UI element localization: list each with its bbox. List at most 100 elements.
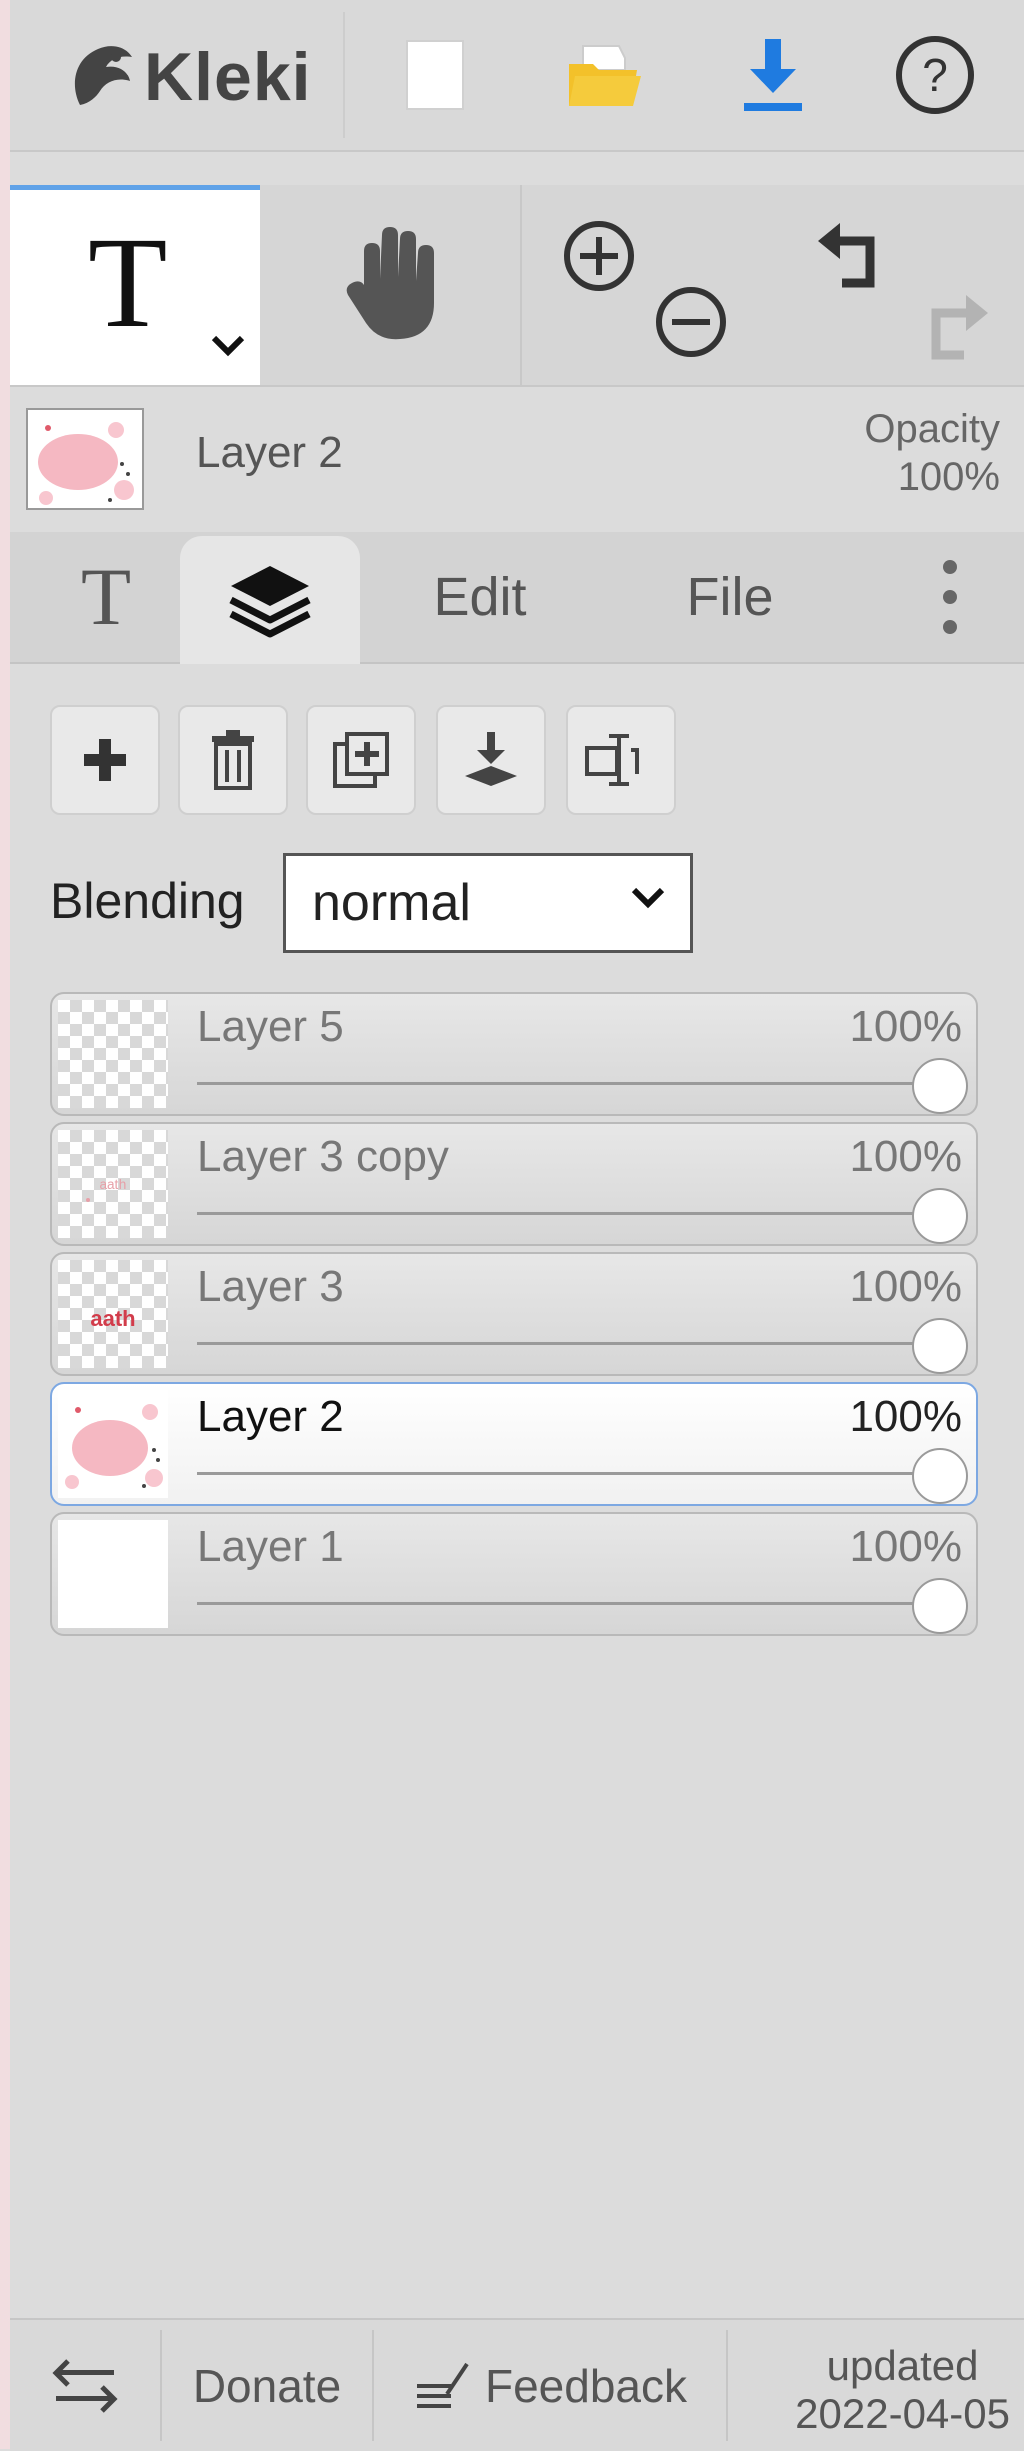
opacity-slider-handle[interactable]: [912, 1318, 968, 1374]
duplicate-icon: [333, 732, 389, 788]
opacity-slider[interactable]: [197, 1212, 936, 1215]
donate-link[interactable]: Donate: [162, 2320, 372, 2451]
new-image-icon: [406, 40, 464, 110]
trash-icon: [212, 730, 254, 790]
layer-row[interactable]: Layer 5 100%: [50, 992, 978, 1116]
merge-down-button[interactable]: [436, 705, 546, 815]
chevron-down-icon[interactable]: [208, 332, 248, 360]
layer-opacity: 100%: [849, 1392, 962, 1441]
hand-tool-button[interactable]: [260, 185, 520, 385]
tab-tool-glyph: T: [80, 551, 132, 642]
swap-side-button[interactable]: [10, 2320, 160, 2451]
side-panel: Kleki ? T Layer 2 Opacity 100% T Edit Fi…: [10, 0, 1024, 2451]
current-layer-opacity: Opacity 100%: [864, 405, 1000, 501]
layer-name: Layer 2: [197, 1392, 344, 1441]
layer-thumbnail: [58, 1520, 168, 1628]
opacity-slider[interactable]: [197, 1342, 936, 1345]
help-icon: ?: [896, 36, 974, 114]
logo-text: Kleki: [144, 39, 312, 115]
undo-icon[interactable]: [812, 219, 892, 299]
open-file-button[interactable]: [558, 30, 648, 120]
opacity-label: Opacity: [864, 407, 1000, 451]
kleki-logo[interactable]: Kleki: [60, 32, 312, 122]
footer: Donate Feedback updated 2022-04-05: [10, 2318, 1024, 2451]
opacity-slider[interactable]: [197, 1472, 936, 1475]
chevron-down-icon: [631, 887, 665, 909]
swap-arrows-icon: [52, 2358, 118, 2413]
new-image-button[interactable]: [390, 30, 480, 120]
feedback-label: Feedback: [484, 2359, 687, 2412]
opacity-slider-handle[interactable]: [912, 1188, 968, 1244]
opacity-slider[interactable]: [197, 1082, 936, 1085]
opacity-slider-handle[interactable]: [912, 1058, 968, 1114]
blending-value: normal: [312, 874, 471, 932]
layer-name: Layer 5: [197, 1002, 344, 1051]
zoom-controls: [520, 185, 774, 385]
blending-label: Blending: [50, 873, 245, 929]
layer-opacity: 100%: [849, 1002, 962, 1051]
layer-name: Layer 3: [197, 1262, 344, 1311]
layer-opacity: 100%: [849, 1132, 962, 1181]
layer-row[interactable]: Layer 1 100%: [50, 1512, 978, 1636]
text-tool-glyph: T: [88, 211, 168, 355]
divider: [726, 2330, 728, 2441]
tab-edit[interactable]: Edit: [390, 532, 570, 662]
layer-thumbnail: ᵃᵃᵗʰ: [58, 1130, 168, 1238]
panel-tabs: T Edit File: [10, 532, 1024, 664]
tab-more[interactable]: [890, 532, 1010, 662]
tab-file[interactable]: File: [640, 532, 820, 662]
plus-icon: [84, 739, 126, 781]
layer-thumbnail: [58, 1000, 168, 1108]
opacity-slider-handle[interactable]: [912, 1448, 968, 1504]
open-folder-icon: [569, 45, 641, 106]
more-vertical-icon: [943, 560, 957, 634]
duplicate-layer-button[interactable]: [306, 705, 416, 815]
opacity-slider-handle[interactable]: [912, 1578, 968, 1634]
rename-icon: [585, 734, 639, 786]
layer-row[interactable]: ᵃᵃᵗʰ Layer 3 copy 100%: [50, 1122, 978, 1246]
opacity-slider[interactable]: [197, 1602, 936, 1605]
feedback-icon: [416, 2362, 469, 2408]
svg-text:ᵃᵃᵗʰ: ᵃᵃᵗʰ: [100, 1177, 127, 1199]
layer-opacity: 100%: [849, 1262, 962, 1311]
canvas-edge: [0, 0, 10, 2449]
updated-date: 2022-04-05: [795, 2390, 1010, 2438]
updated-info: updated 2022-04-05: [795, 2342, 1010, 2439]
text-tool-button[interactable]: T: [10, 185, 260, 385]
current-layer-name: Layer 2: [196, 428, 343, 477]
current-layer-thumbnail: [26, 408, 144, 510]
opacity-value: 100%: [897, 455, 1000, 499]
hand-icon: [346, 227, 434, 340]
divider: [343, 12, 345, 138]
tab-file-label: File: [686, 567, 774, 627]
layer-row-selected[interactable]: Layer 2 100%: [50, 1382, 978, 1506]
top-bar: Kleki ?: [10, 0, 1024, 152]
updated-label: updated: [826, 2342, 979, 2389]
svg-text:aath: aath: [90, 1306, 135, 1331]
download-icon: [744, 39, 802, 111]
rename-layer-button[interactable]: [566, 705, 676, 815]
feedback-link[interactable]: Feedback: [374, 2320, 726, 2451]
blending-select[interactable]: normal: [283, 853, 693, 953]
layer-opacity: 100%: [849, 1522, 962, 1571]
tool-row: T: [10, 185, 1024, 387]
svg-text:?: ?: [922, 49, 948, 101]
kleki-bird-icon: [74, 46, 132, 105]
zoom-in-icon[interactable]: [562, 219, 636, 293]
delete-layer-button[interactable]: [178, 705, 288, 815]
download-button[interactable]: [728, 30, 818, 120]
tab-tool-settings[interactable]: T: [26, 532, 186, 662]
redo-icon[interactable]: [914, 291, 994, 371]
merge-down-icon: [465, 732, 517, 786]
layer-row[interactable]: aath Layer 3 100%: [50, 1252, 978, 1376]
donate-label: Donate: [192, 2359, 342, 2412]
layer-name: Layer 3 copy: [197, 1132, 449, 1181]
layer-name: Layer 1: [197, 1522, 344, 1571]
undo-redo-controls: [772, 185, 1024, 385]
zoom-out-icon[interactable]: [654, 285, 728, 359]
add-layer-button[interactable]: [50, 705, 160, 815]
help-button[interactable]: ?: [890, 30, 980, 120]
tab-layers[interactable]: [180, 536, 360, 664]
layer-thumbnail: aath: [58, 1260, 168, 1368]
tab-edit-label: Edit: [433, 567, 527, 627]
